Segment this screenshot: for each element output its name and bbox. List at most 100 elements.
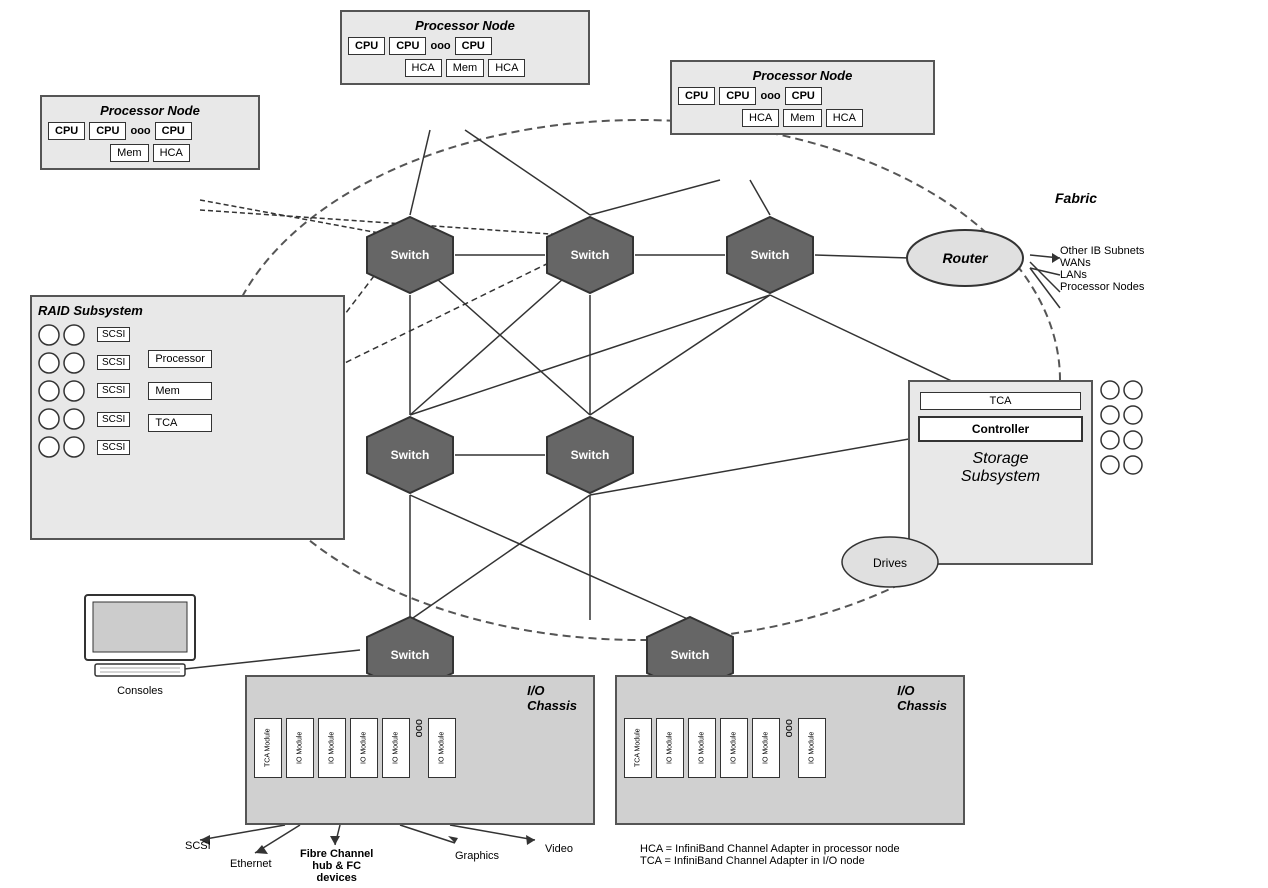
io-module: IO Module bbox=[656, 718, 684, 778]
scsi-box: SCSI bbox=[97, 412, 130, 427]
pn-tc-title: Processor Node bbox=[348, 18, 582, 33]
hca-box: HCA bbox=[405, 59, 442, 77]
controller-box: Controller bbox=[918, 416, 1083, 442]
other-ib-labels: Other IB Subnets WANs LANs Processor Nod… bbox=[1060, 245, 1144, 293]
console-svg bbox=[75, 590, 205, 680]
scsi-box: SCSI bbox=[97, 383, 130, 398]
disk-column bbox=[38, 324, 85, 458]
cpu-box: CPU bbox=[348, 37, 385, 55]
svg-text:Drives: Drives bbox=[873, 556, 907, 570]
scsi-column: SCSI SCSI SCSI SCSI SCSI bbox=[97, 324, 130, 458]
raid-title: RAID Subsystem bbox=[38, 303, 337, 318]
storage-title: StorageSubsystem bbox=[918, 450, 1083, 486]
pn-tr-mem-row: HCA Mem HCA bbox=[678, 109, 927, 127]
fc-label: Fibre Channelhub & FCdevices bbox=[300, 848, 373, 884]
other-ib-line2: WANs bbox=[1060, 257, 1144, 269]
legend: HCA = InfiniBand Channel Adapter in proc… bbox=[640, 843, 900, 867]
cpu-box: CPU bbox=[678, 87, 715, 105]
cpu-box: CPU bbox=[155, 122, 192, 140]
switch-1: Switch bbox=[365, 215, 455, 295]
other-ib-line4: Processor Nodes bbox=[1060, 281, 1144, 293]
tca-box: TCA bbox=[148, 414, 212, 432]
io-ellipsis-2: ooo bbox=[783, 719, 795, 779]
pn-tc-mem-row: HCA Mem HCA bbox=[348, 59, 582, 77]
io-module: IO Module bbox=[428, 718, 456, 778]
video-label: Video bbox=[545, 843, 573, 855]
io-module-row-2: TCA Module IO Module IO Module IO Module… bbox=[623, 717, 957, 779]
io-chassis-2: I/OChassis TCA Module IO Module IO Modul… bbox=[615, 675, 965, 825]
io-module: IO Module bbox=[382, 718, 410, 778]
legend-hca: HCA = InfiniBand Channel Adapter in proc… bbox=[640, 843, 900, 855]
io-module: IO Module bbox=[286, 718, 314, 778]
processor-node-top-left: Processor Node CPU CPU ooo CPU Mem HCA bbox=[40, 95, 260, 170]
pn-tl-mem-row: Mem HCA bbox=[48, 144, 252, 162]
hca-box: HCA bbox=[153, 144, 190, 162]
switch-2: Switch bbox=[545, 215, 635, 295]
disk-row-1 bbox=[38, 324, 85, 346]
other-ib-line3: LANs bbox=[1060, 269, 1144, 281]
cpu-box: CPU bbox=[89, 122, 126, 140]
pn-tr-title: Processor Node bbox=[678, 68, 927, 83]
io-chassis-1: I/OChassis TCA Module IO Module IO Modul… bbox=[245, 675, 595, 825]
io-module: TCA Module bbox=[254, 718, 282, 778]
main-diagram: Processor Node CPU CPU ooo CPU Mem HCA P… bbox=[0, 0, 1268, 888]
pn-tr-cpu-row: CPU CPU ooo CPU bbox=[678, 87, 927, 105]
io-module: IO Module bbox=[720, 718, 748, 778]
scsi-box: SCSI bbox=[97, 440, 130, 455]
tca-label: TCA bbox=[920, 392, 1081, 410]
io-chassis-2-title: I/OChassis bbox=[897, 683, 947, 713]
cpu-box: CPU bbox=[785, 87, 822, 105]
disk-row-5 bbox=[38, 436, 85, 458]
console-label: Consoles bbox=[75, 685, 205, 697]
raid-subsystem: RAID Subsystem bbox=[30, 295, 345, 540]
processor-box: Processor bbox=[148, 350, 212, 368]
pn-tl-cpu-row: CPU CPU ooo CPU bbox=[48, 122, 252, 140]
switch-4: Switch bbox=[365, 415, 455, 495]
drives-ellipse-svg: Drives bbox=[840, 535, 940, 590]
mem-box: Mem bbox=[110, 144, 148, 162]
console: Consoles bbox=[75, 590, 205, 697]
scsi-box: SCSI bbox=[97, 355, 130, 370]
router-ellipse: Router bbox=[905, 228, 1025, 288]
other-ib-line1: Other IB Subnets bbox=[1060, 245, 1144, 257]
disk-row-4 bbox=[38, 408, 85, 430]
io-chassis-1-title: I/OChassis bbox=[527, 683, 577, 713]
cpu-box: CPU bbox=[455, 37, 492, 55]
drives: Drives bbox=[840, 535, 940, 595]
scsi-bottom-label: SCSI bbox=[185, 840, 211, 852]
cpu-box: CPU bbox=[389, 37, 426, 55]
processor-node-top-right: Processor Node CPU CPU ooo CPU HCA Mem H… bbox=[670, 60, 935, 135]
storage-disks bbox=[1100, 380, 1143, 475]
io-module: IO Module bbox=[318, 718, 346, 778]
hca-box: HCA bbox=[826, 109, 863, 127]
mem-box: Mem bbox=[148, 382, 212, 400]
pn-tc-cpu-row: CPU CPU ooo CPU bbox=[348, 37, 582, 55]
cpu-box: CPU bbox=[48, 122, 85, 140]
io-module: TCA Module bbox=[624, 718, 652, 778]
io-ellipsis: ooo bbox=[413, 719, 425, 779]
ethernet-label: Ethernet bbox=[230, 858, 272, 870]
raid-content: SCSI SCSI SCSI SCSI SCSI Processor Mem T… bbox=[38, 324, 337, 458]
fabric-label: Fabric bbox=[1055, 190, 1097, 206]
pn-tl-title: Processor Node bbox=[48, 103, 252, 118]
raid-right-col: Processor Mem TCA bbox=[146, 324, 214, 458]
legend-tca: TCA = InfiniBand Channel Adapter in I/O … bbox=[640, 855, 900, 867]
mem-box: Mem bbox=[446, 59, 484, 77]
io-module: IO Module bbox=[798, 718, 826, 778]
io-module: IO Module bbox=[688, 718, 716, 778]
io-module: IO Module bbox=[752, 718, 780, 778]
cpu-box: CPU bbox=[719, 87, 756, 105]
router: Router bbox=[905, 228, 1025, 293]
graphics-label: Graphics bbox=[455, 850, 499, 862]
switch-5: Switch bbox=[545, 415, 635, 495]
scsi-box: SCSI bbox=[97, 327, 130, 342]
hca-box: HCA bbox=[488, 59, 525, 77]
hca-box: HCA bbox=[742, 109, 779, 127]
mem-box: Mem bbox=[783, 109, 821, 127]
processor-node-top-center: Processor Node CPU CPU ooo CPU HCA Mem H… bbox=[340, 10, 590, 85]
io-module: IO Module bbox=[350, 718, 378, 778]
disk-row-2 bbox=[38, 352, 85, 374]
switch-3: Switch bbox=[725, 215, 815, 295]
disk-row-3 bbox=[38, 380, 85, 402]
svg-text:Router: Router bbox=[942, 250, 989, 266]
